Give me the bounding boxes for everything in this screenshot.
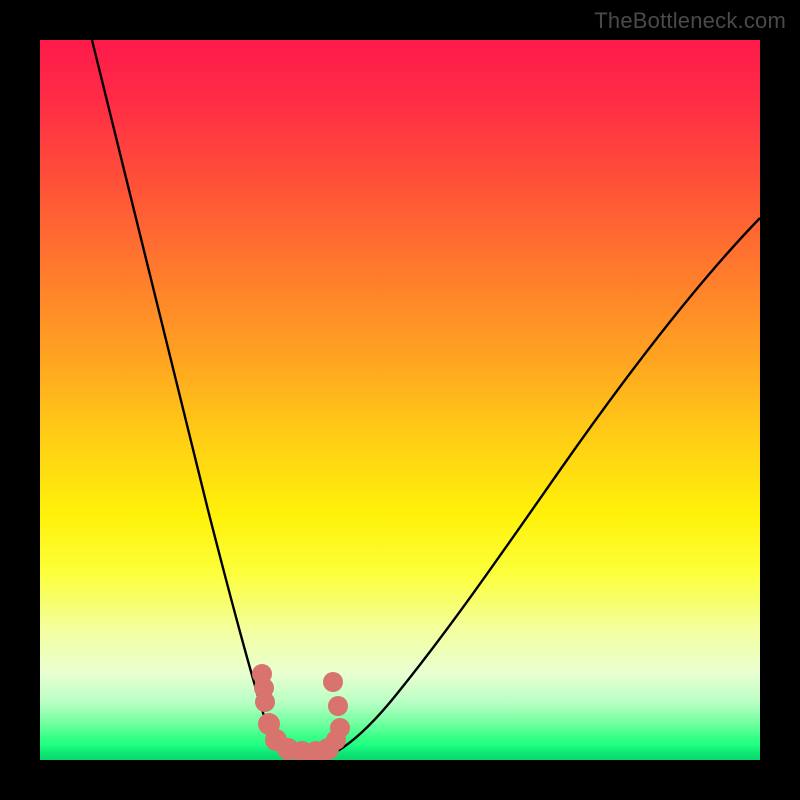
- left-curve: [92, 40, 284, 754]
- marker-cluster: [252, 664, 350, 760]
- watermark-text: TheBottleneck.com: [594, 8, 786, 34]
- right-curve: [322, 218, 760, 754]
- chart-frame: TheBottleneck.com: [0, 0, 800, 800]
- curve-layer: [40, 40, 760, 760]
- plot-area: [40, 40, 760, 760]
